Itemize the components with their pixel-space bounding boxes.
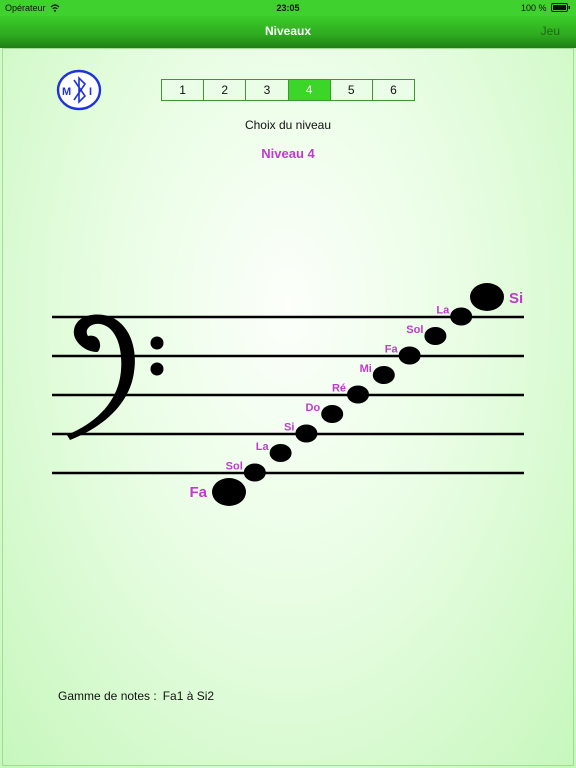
level-segment-5[interactable]: 5 <box>331 80 373 100</box>
note-label-6: Ré <box>332 383 346 395</box>
note-label-11: Si <box>509 290 523 307</box>
midi-bluetooth-icon[interactable]: M I <box>56 69 102 111</box>
note-head-4 <box>295 424 318 443</box>
bass-clef-icon <box>67 314 164 440</box>
level-selector: 1 2 3 4 5 6 <box>161 79 415 101</box>
note-head-7 <box>372 366 395 384</box>
navigation-bar: Niveaux Jeu <box>0 16 576 48</box>
note-label-3: La <box>256 441 270 453</box>
level-segment-1[interactable]: 1 <box>162 80 205 100</box>
note-head-5 <box>321 405 344 423</box>
note-range-label: Gamme de notes : <box>58 689 157 703</box>
nav-title: Niveaux <box>264 24 312 38</box>
note-label-8: Fa <box>385 344 399 356</box>
choice-label: Choix du niveau <box>244 118 332 132</box>
level-segment-4[interactable]: 4 <box>288 80 331 100</box>
note-head-6 <box>347 385 369 404</box>
battery-icon <box>551 3 570 12</box>
note-head-8 <box>398 346 421 365</box>
note-head-3 <box>269 444 292 462</box>
note-label-7: Mi <box>360 363 372 375</box>
svg-text:M: M <box>62 86 71 98</box>
svg-text:I: I <box>89 86 92 98</box>
note-range: Gamme de notes : Fa1 à Si2 <box>58 689 214 703</box>
level-segment-2[interactable]: 2 <box>204 80 247 100</box>
note-head-2 <box>243 463 266 482</box>
note-label-5: Do <box>306 402 321 414</box>
jeu-button[interactable]: Jeu <box>541 24 560 38</box>
clock: 23:05 <box>276 3 300 13</box>
note-label-2: Sol <box>226 461 243 473</box>
level-segment-6[interactable]: 6 <box>373 80 414 100</box>
status-bar: Opérateur 23:05 100 % <box>0 0 576 16</box>
note-head-11 <box>470 283 504 311</box>
note-label-9: Sol <box>406 324 423 336</box>
note-head-10 <box>450 307 473 326</box>
note-label-10: La <box>436 305 450 317</box>
battery-label: 100 % <box>520 3 547 13</box>
level-segment-3[interactable]: 3 <box>246 80 289 100</box>
note-head-9 <box>424 327 447 345</box>
music-staff: Fa Sol La Si Do Ré Mi Fa Sol La Si <box>52 283 524 506</box>
note-label-4: Si <box>284 422 294 434</box>
note-head-1 <box>212 478 246 506</box>
note-label-1: Fa <box>189 484 207 501</box>
note-range-value: Fa1 à Si2 <box>162 689 215 703</box>
level-title: Niveau 4 <box>261 146 315 161</box>
battery-group: 100 % <box>521 3 571 13</box>
